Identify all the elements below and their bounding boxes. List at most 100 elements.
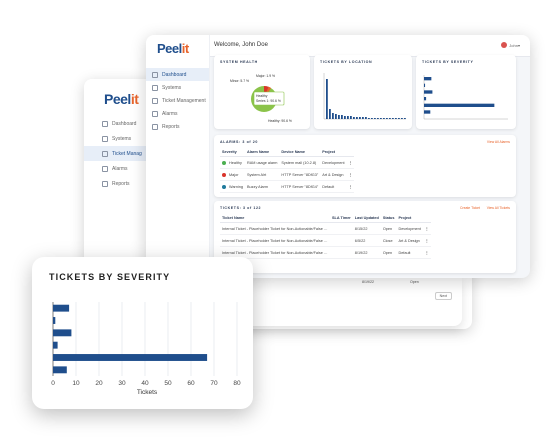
column-header[interactable]: Severity	[220, 148, 245, 157]
device-name-cell: HTTP Server "8DfG4"	[279, 180, 321, 193]
table-row[interactable]: Major System Alrt HTTP Server "8DfG3" Art &…	[220, 168, 355, 181]
kebab-menu-icon[interactable]: ⋮	[422, 222, 431, 235]
table-row[interactable]: Warning Buzzy Alarm HTTP Server "8DfG4" Def…	[220, 180, 355, 193]
ticket-icon	[152, 97, 158, 104]
column-header[interactable]: SLA Timer	[330, 214, 353, 223]
x-tick-label: 40	[141, 380, 149, 387]
create-ticket-link[interactable]: Create Ticket	[460, 206, 480, 210]
updated-cell: 8/19/22	[352, 246, 381, 259]
column-header[interactable]: Alarm Name	[245, 148, 280, 157]
location-bar	[350, 116, 352, 119]
column-header[interactable]: Project	[396, 214, 423, 223]
column-header[interactable]: Project	[320, 148, 347, 157]
back-nav-alarms[interactable]: Alarms	[84, 161, 153, 176]
tickets-table: Ticket Name SLA Timer Last Updated Statu…	[220, 214, 431, 259]
x-tick-label: 0	[51, 380, 55, 387]
column-header[interactable]: Ticket Name	[220, 214, 330, 223]
alarm-name-cell: System Alrt	[245, 168, 280, 181]
location-bar	[356, 117, 358, 119]
back-nav: Dashboard Systems Ticket Manag Alarms Re…	[84, 116, 153, 191]
ticket-name-cell[interactable]: Internal Ticket - Placeholder Ticket for…	[220, 234, 330, 247]
location-bar	[344, 116, 346, 119]
user-menu[interactable]: John ▾	[501, 42, 520, 48]
x-tick-label: 10	[72, 380, 80, 387]
sidebar-item-dashboard[interactable]: Dashboard	[146, 68, 209, 81]
x-axis-label: Tickets	[137, 389, 158, 396]
x-tick-label: 20	[95, 380, 103, 387]
back-nav-reports[interactable]: Reports	[84, 176, 153, 191]
table-row[interactable]: Internal Ticket - Placeholder Ticket for…	[220, 234, 431, 247]
project-cell: Art & Design	[320, 168, 347, 181]
back-nav-dashboard[interactable]: Dashboard	[84, 116, 153, 131]
reports-icon	[152, 123, 158, 130]
severity-bar	[53, 304, 70, 312]
x-tick-label: 50	[164, 380, 172, 387]
alarms-table: Severity Alarm Name Device Name Project …	[220, 148, 355, 193]
next-page-button[interactable]: Next	[434, 292, 452, 300]
alarm-name-cell: RAM usage alarm	[245, 156, 280, 169]
column-header[interactable]: Last Updated	[352, 214, 381, 223]
status-cell: Open	[380, 222, 397, 235]
location-bar	[347, 116, 349, 119]
back-nav-ticket-management[interactable]: Ticket Manag	[84, 146, 153, 161]
alarms-card: ALARMS: 3 of 20 View All Alarms Severity…	[214, 135, 516, 197]
severity-bar	[53, 341, 58, 349]
back-nav-systems[interactable]: Systems	[84, 131, 153, 146]
location-bar	[392, 118, 394, 119]
kebab-menu-icon[interactable]: ⋮	[346, 168, 355, 181]
system-health-card: SYSTEM HEALTH Healthy Series 1: 90.6 % M…	[214, 55, 310, 129]
project-cell: Art & Design	[396, 234, 423, 247]
sidebar-item-reports[interactable]: Reports	[146, 120, 209, 133]
updated-cell: 8/15/22	[352, 222, 381, 235]
avatar	[501, 42, 508, 48]
ticket-name-cell[interactable]: Internal Ticket - Placeholder Ticket for…	[220, 222, 330, 235]
view-all-tickets-link[interactable]: View All Tickets	[487, 206, 510, 210]
kebab-menu-icon[interactable]: ⋮	[422, 234, 431, 247]
main-dashboard-window: Peelit Dashboard Systems Ticket Manageme…	[146, 35, 530, 278]
kebab-menu-icon[interactable]: ⋮	[346, 156, 355, 169]
table-row[interactable]: Healthy RAM usage alarm System mall (10.2.…	[220, 156, 355, 169]
severity-cell: Healthy	[220, 156, 245, 169]
severity-bar	[53, 366, 67, 374]
severity-mini-bar	[424, 83, 426, 87]
location-bar	[389, 118, 391, 119]
table-row[interactable]: Internal Ticket - Placeholder Ticket for…	[220, 222, 431, 235]
kebab-menu-icon[interactable]: ⋮	[346, 180, 355, 193]
systems-icon	[102, 135, 108, 142]
updated-cell: 6/5/22	[352, 234, 381, 247]
sidebar: Peelit Dashboard Systems Ticket Manageme…	[146, 35, 210, 278]
sidebar-item-alarms[interactable]: Alarms	[146, 107, 209, 120]
tooltip-value: Series 1: 90.6 %	[256, 99, 281, 103]
alarm-icon	[152, 110, 158, 117]
project-cell: Development	[396, 222, 423, 235]
severity-bar	[53, 354, 208, 361]
sla-cell	[330, 234, 353, 247]
x-tick-label: 30	[118, 380, 126, 387]
severity-bar	[53, 317, 56, 324]
tickets-by-severity-mini-card: TICKETS BY SEVERITY	[416, 55, 516, 129]
sidebar-item-systems[interactable]: Systems	[146, 81, 209, 94]
location-bar	[362, 117, 364, 119]
location-bar	[383, 118, 385, 119]
back-tickets-window: 8/19/22 Open Next	[240, 278, 462, 326]
location-bar	[359, 117, 361, 119]
sidebar-item-ticket-management[interactable]: Ticket Management	[146, 94, 209, 107]
tooltip-title: Healthy	[256, 94, 268, 98]
location-bar	[335, 114, 337, 119]
logo: Peelit	[157, 41, 189, 56]
location-bar	[353, 117, 355, 119]
status-dot-icon	[222, 184, 226, 189]
kebab-menu-icon[interactable]: ⋮	[422, 246, 431, 259]
location-bar	[338, 115, 340, 119]
severity-mini-bar	[424, 77, 432, 81]
column-header[interactable]: Status	[380, 214, 397, 223]
x-tick-label: 80	[233, 380, 241, 387]
column-header[interactable]: Device Name	[279, 148, 321, 157]
severity-chart: 0 10 20 30 40 50 60 70 80 Tickets	[51, 302, 241, 396]
location-bar	[365, 117, 367, 119]
legend-healthy: Healthy: 90.6 %	[268, 119, 292, 123]
view-all-alarms-link[interactable]: View All Alarms	[487, 140, 510, 144]
severity-cell: Major	[220, 168, 245, 181]
severity-mini-bar	[424, 110, 431, 114]
legend-minor: Minor: 5.7 %	[230, 79, 249, 83]
